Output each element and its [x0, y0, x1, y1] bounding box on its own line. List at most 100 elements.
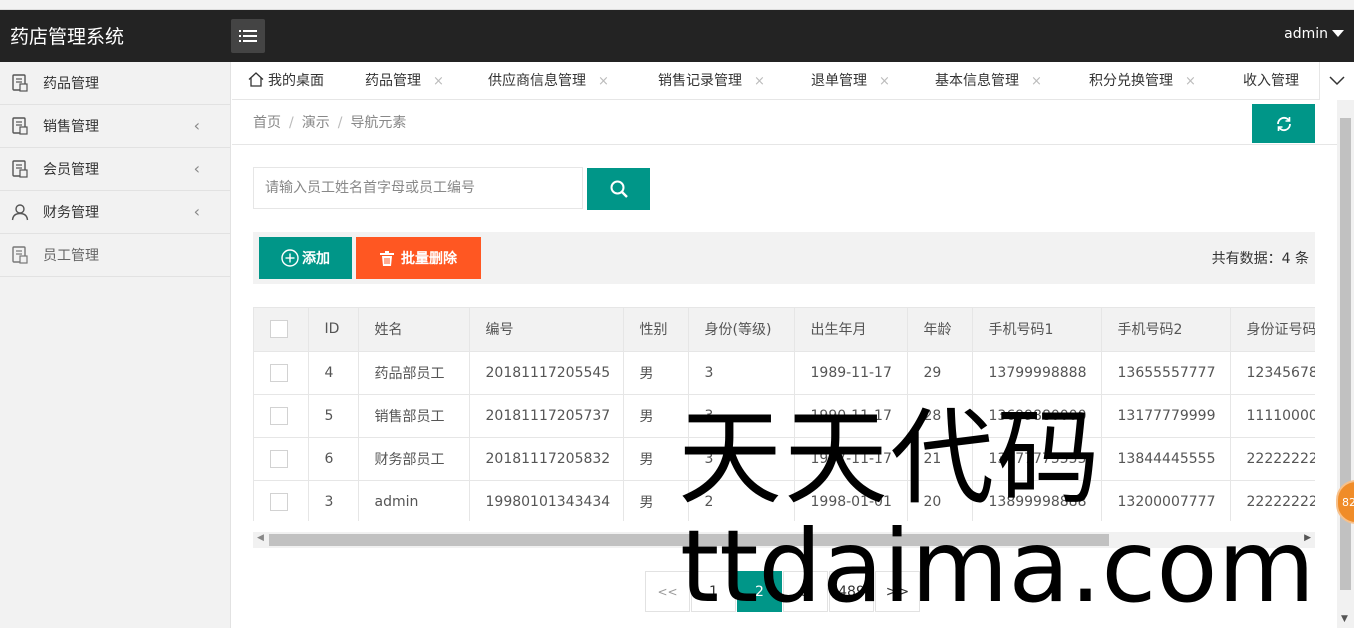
- table-cell: 20181117205832: [469, 437, 624, 481]
- table-row: 5 销售部员工 20181117205737 男 3 1990-11-17 28…: [254, 394, 1315, 438]
- tab-label: 供应商信息管理: [488, 73, 586, 89]
- close-icon[interactable]: ×: [1185, 74, 1196, 89]
- table-cell: 1989-11-17: [794, 351, 908, 395]
- row-checkbox[interactable]: [270, 449, 288, 468]
- tab-desktop[interactable]: 我的桌面: [248, 62, 324, 100]
- breadcrumb-separator: /: [337, 115, 343, 131]
- row-select-cell: [254, 394, 309, 438]
- scroll-down-icon[interactable]: ▼: [1341, 614, 1348, 624]
- app-header: 药店管理系统 admin: [0, 10, 1354, 62]
- document-icon: [10, 73, 30, 93]
- tab-drugs[interactable]: 药品管理 ×: [365, 62, 444, 100]
- tab-sales-records[interactable]: 销售记录管理 ×: [658, 62, 765, 100]
- close-icon[interactable]: ×: [433, 74, 444, 89]
- table-cell: 13200007777: [1101, 480, 1231, 521]
- table-cell: 20: [907, 480, 973, 521]
- table-cell: 3: [688, 351, 795, 395]
- tab-points[interactable]: 积分兑换管理 ×: [1089, 62, 1196, 100]
- table-cell: 4: [308, 351, 359, 395]
- chevron-left-icon: ‹: [193, 159, 200, 178]
- search-icon: [610, 180, 628, 198]
- select-all-checkbox[interactable]: [270, 320, 288, 339]
- close-icon[interactable]: ×: [598, 74, 609, 89]
- document-icon: [10, 116, 30, 136]
- tab-more-button[interactable]: [1319, 62, 1354, 100]
- close-icon[interactable]: ×: [754, 74, 765, 89]
- refresh-button[interactable]: [1252, 104, 1315, 143]
- pagination-page[interactable]: 489: [829, 571, 874, 612]
- sidebar-item-members[interactable]: 会员管理 ‹: [0, 148, 230, 191]
- table-cell: 19980101343434: [469, 480, 624, 521]
- pagination-prev[interactable]: <<: [645, 571, 690, 612]
- breadcrumb-home[interactable]: 首页: [253, 115, 281, 131]
- horizontal-scrollbar[interactable]: ◀ ▶: [253, 532, 1315, 548]
- close-icon[interactable]: ×: [1031, 74, 1042, 89]
- sidebar-item-finance[interactable]: 财务管理 ‹: [0, 191, 230, 234]
- row-checkbox[interactable]: [270, 406, 288, 425]
- table-cell: 1990-11-17: [794, 394, 908, 438]
- table-cell: 22222222: [1230, 437, 1315, 481]
- pagination-page-active[interactable]: 2: [737, 571, 782, 612]
- table-cell: 男: [623, 394, 689, 438]
- select-all-cell: [254, 308, 309, 352]
- table-cell: 3: [688, 394, 795, 438]
- table-cell: 男: [623, 351, 689, 395]
- sidebar-item-label: 销售管理: [43, 119, 99, 135]
- tab-label: 药品管理: [365, 73, 421, 89]
- scroll-left-icon[interactable]: ◀: [257, 533, 264, 543]
- column-header: 姓名: [358, 308, 470, 352]
- search-input[interactable]: [253, 167, 583, 209]
- tab-suppliers[interactable]: 供应商信息管理 ×: [488, 62, 609, 100]
- row-checkbox[interactable]: [270, 492, 288, 511]
- sidebar-item-label: 药品管理: [43, 76, 99, 92]
- sidebar-item-drugs[interactable]: 药品管理: [0, 62, 230, 105]
- table-cell: 销售部员工: [358, 394, 470, 438]
- table-cell: 男: [623, 480, 689, 521]
- search-button[interactable]: [587, 168, 650, 210]
- close-icon[interactable]: ×: [879, 74, 890, 89]
- breadcrumb-separator: /: [289, 115, 294, 131]
- tab-label: 基本信息管理: [935, 73, 1019, 89]
- row-checkbox[interactable]: [270, 363, 288, 382]
- tab-income[interactable]: 收入管理: [1243, 62, 1299, 100]
- table-cell: 13699880000: [972, 394, 1102, 438]
- breadcrumb-demo[interactable]: 演示: [302, 115, 330, 131]
- tab-label: 退单管理: [811, 73, 867, 89]
- tab-label: 收入管理: [1243, 73, 1299, 89]
- plus-circle-icon: [281, 249, 299, 267]
- table-header-row: ID 姓名 编号 性别 身份(等级) 出生年月 年龄 手机号码1 手机号码2 身…: [254, 308, 1315, 352]
- add-button[interactable]: 添加: [259, 237, 352, 279]
- table-row: 4 药品部员工 20181117205545 男 3 1989-11-17 29…: [254, 351, 1315, 395]
- table-cell: 13899998888: [972, 480, 1102, 521]
- table-cell: 22222222: [1230, 480, 1315, 521]
- batch-delete-button[interactable]: 批量删除: [356, 237, 481, 279]
- tab-label: 我的桌面: [268, 73, 324, 89]
- scroll-right-icon[interactable]: ▶: [1304, 533, 1311, 543]
- scrollbar-thumb[interactable]: [269, 534, 1109, 546]
- column-header: 身份(等级): [688, 308, 795, 352]
- pagination-page[interactable]: 3: [783, 571, 828, 612]
- table-cell: 13477775555: [972, 437, 1102, 481]
- column-header: ID: [308, 308, 359, 352]
- table-cell: 财务部员工: [358, 437, 470, 481]
- trash-icon: [380, 250, 394, 266]
- table-cell: 13655557777: [1101, 351, 1231, 395]
- breadcrumb: 首页 / 演示 / 导航元素: [253, 112, 406, 132]
- caret-down-icon[interactable]: [1332, 30, 1344, 37]
- vertical-scrollbar[interactable]: ▼: [1337, 100, 1354, 628]
- add-button-label: 添加: [302, 251, 330, 267]
- tab-basic-info[interactable]: 基本信息管理 ×: [935, 62, 1042, 100]
- table-cell: 2: [688, 480, 795, 521]
- menu-toggle-button[interactable]: [231, 19, 265, 53]
- pagination-next[interactable]: >>: [875, 571, 920, 612]
- table-cell: 13177779999: [1101, 394, 1231, 438]
- sidebar-item-sales[interactable]: 销售管理 ‹: [0, 105, 230, 148]
- row-select-cell: [254, 480, 309, 521]
- pagination-page[interactable]: 1: [691, 571, 736, 612]
- sidebar-item-staff[interactable]: 员工管理: [0, 234, 230, 277]
- refresh-icon: [1276, 116, 1291, 131]
- user-menu[interactable]: admin: [1284, 26, 1328, 42]
- tab-returns[interactable]: 退单管理 ×: [811, 62, 890, 100]
- column-header: 性别: [623, 308, 689, 352]
- app-title: 药店管理系统: [10, 26, 125, 48]
